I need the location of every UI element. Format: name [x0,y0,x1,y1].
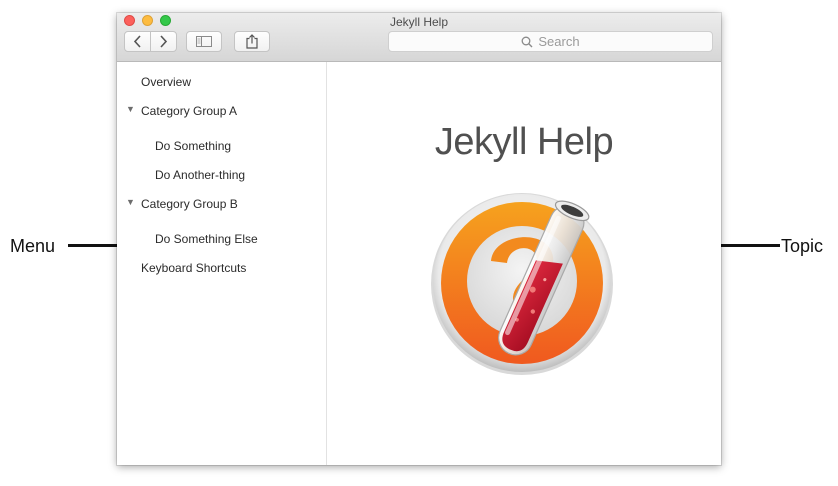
sidebar-item-overview[interactable]: Overview [141,75,191,89]
topic-title: Jekyll Help [434,121,614,163]
stage: Menu Topic Jekyll Help Search Overview ▼… [0,0,838,486]
forward-button[interactable] [150,32,176,51]
back-button[interactable] [125,32,150,51]
chevron-right-icon [160,35,168,48]
search-field[interactable]: Search [388,31,713,52]
share-button[interactable] [234,31,270,52]
sidebar-menu: Overview ▼ Category Group A Do Something… [117,62,327,465]
navigation-buttons [124,31,177,52]
sidebar-toggle-button[interactable] [186,31,222,52]
chevron-left-icon [133,35,141,48]
search-placeholder: Search [538,34,580,49]
sidebar-item-keyboard-shortcuts[interactable]: Keyboard Shortcuts [141,261,246,275]
sidebar-item-category-group-b[interactable]: Category Group B [141,197,238,211]
topic-pane: Jekyll Help [327,62,721,465]
window-title: Jekyll Help [389,15,449,29]
disclosure-triangle-icon[interactable]: ▼ [126,197,135,207]
topic-annotation-label: Topic [781,236,824,256]
sidebar-item-do-something-else[interactable]: Do Something Else [155,232,258,246]
search-icon [521,36,533,47]
sidebar-item-do-something[interactable]: Do Something [155,139,231,153]
sidebar-icon [196,36,212,47]
sidebar-item-category-group-a[interactable]: Category Group A [141,104,237,118]
menu-annotation-label: Menu [10,236,56,256]
disclosure-triangle-icon[interactable]: ▼ [126,104,135,114]
jekyll-flask-icon [431,193,613,375]
title-bar: Jekyll Help Search [117,13,721,62]
share-icon [246,34,258,49]
sidebar-item-do-another-thing[interactable]: Do Another-thing [155,168,245,182]
help-window: Jekyll Help Search Overview ▼ Category G… [117,13,721,465]
